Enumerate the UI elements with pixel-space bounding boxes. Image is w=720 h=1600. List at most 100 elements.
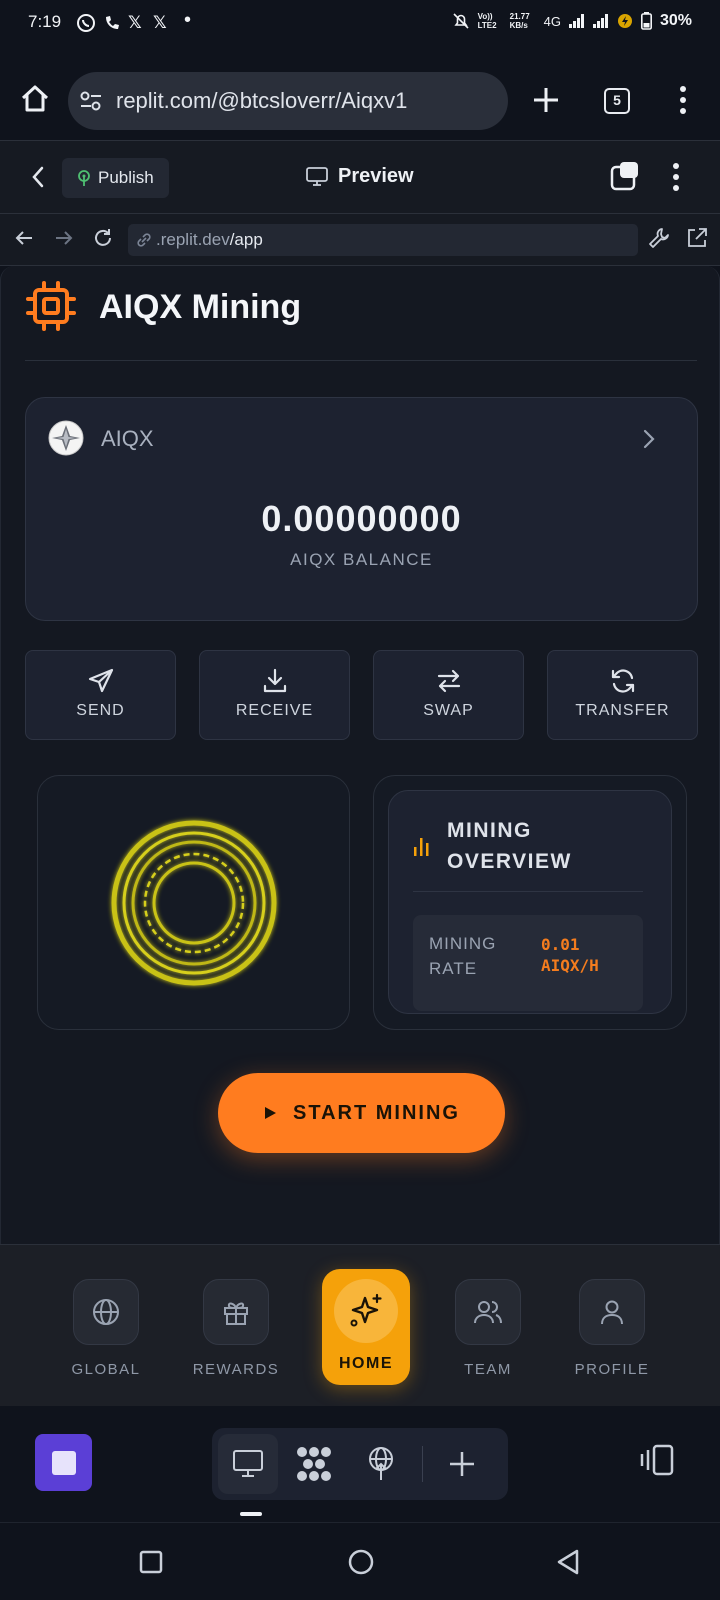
add-tool-icon[interactable] — [448, 1450, 476, 1478]
more-options-icon[interactable] — [673, 163, 679, 191]
signal-icon — [568, 14, 584, 28]
overview-title-line2: OVERVIEW — [447, 850, 572, 873]
link-icon — [137, 233, 151, 247]
battery-saver-icon — [617, 14, 632, 28]
publish-label: Publish — [98, 168, 154, 187]
overview-divider — [413, 891, 643, 892]
balance-card[interactable]: AIQX 0.00000000 AIQX BALANCE — [25, 397, 698, 621]
send-icon — [26, 667, 175, 695]
panels-icon[interactable] — [610, 161, 640, 191]
monitor-icon — [233, 1450, 263, 1477]
receive-button[interactable]: RECEIVE — [199, 650, 350, 740]
nav-profile-label: PROFILE — [574, 1361, 650, 1378]
site-settings-icon[interactable] — [80, 91, 102, 111]
recents-icon[interactable] — [139, 1550, 163, 1574]
deploy-globe-icon[interactable] — [366, 1446, 396, 1482]
nav-profile[interactable]: PROFILE — [552, 1279, 672, 1389]
monitor-icon — [306, 166, 328, 186]
publish-icon — [78, 170, 90, 186]
back-triangle-icon[interactable] — [556, 1549, 580, 1575]
coin-name: AIQX — [101, 426, 154, 451]
reload-icon[interactable] — [92, 227, 114, 249]
volte-label: Vo)) LTE2 — [477, 12, 497, 30]
users-icon — [455, 1279, 521, 1345]
nav-global[interactable]: GLOBAL — [46, 1279, 166, 1389]
aiqx-coin-icon — [48, 420, 84, 456]
apps-grid-icon[interactable] — [296, 1446, 332, 1482]
publish-button[interactable]: Publish — [62, 158, 169, 198]
new-tab-icon[interactable] — [532, 86, 560, 114]
overview-title: MINING OVERVIEW — [447, 815, 572, 877]
network-type: 4G — [543, 13, 561, 29]
mining-overview-panel: MINING OVERVIEW MINING RATE 0.01 AIQX/H — [388, 790, 672, 1014]
x-app-icon-2: 𝕏 — [153, 13, 167, 32]
app-title: AIQX Mining — [99, 288, 302, 326]
tab-switcher-button[interactable]: 5 — [604, 88, 630, 114]
dock-separator — [422, 1446, 423, 1482]
nav-home[interactable]: HOME — [322, 1269, 410, 1385]
dock-preview-tab[interactable] — [218, 1434, 278, 1494]
download-icon — [200, 667, 349, 695]
browser-menu-icon[interactable] — [680, 86, 686, 114]
battery-icon — [640, 12, 652, 30]
whatsapp-icon — [76, 13, 96, 33]
swap-arrows-icon — [374, 667, 523, 695]
header-divider — [25, 360, 697, 361]
nav-team-label: TEAM — [464, 1361, 512, 1378]
home-icon[interactable] — [20, 84, 50, 114]
preview-label: Preview — [338, 165, 414, 187]
balance-label: AIQX BALANCE — [290, 550, 433, 569]
stop-square-icon — [51, 1450, 76, 1475]
webview-back-icon[interactable] — [14, 228, 34, 248]
home-circle-icon[interactable] — [348, 1549, 374, 1575]
webview-url-field[interactable]: .replit.dev/app — [128, 224, 638, 256]
url-bar[interactable]: replit.com/@btcsloverr/Aiqxv1 — [68, 72, 508, 130]
chevron-right-icon[interactable] — [642, 428, 656, 450]
split-layout-icon[interactable] — [640, 1444, 676, 1476]
mining-rings-animation — [104, 813, 284, 993]
globe-icon — [73, 1279, 139, 1345]
network-speed: 21.77 KB/s — [509, 12, 530, 30]
start-mining-label: START MINING — [293, 1101, 460, 1124]
bar-chart-icon — [413, 835, 433, 857]
stop-button[interactable] — [35, 1434, 92, 1491]
status-time: 7:19 — [28, 12, 62, 31]
balance-value: 0.00000000 — [261, 498, 462, 539]
transfer-button[interactable]: TRANSFER — [547, 650, 698, 740]
nav-rewards-label: REWARDS — [192, 1361, 280, 1378]
cpu-chip-icon — [25, 280, 77, 332]
nav-team[interactable]: TEAM — [428, 1279, 548, 1389]
start-mining-button[interactable]: START MINING — [218, 1073, 505, 1153]
android-nav-bar — [0, 1522, 720, 1600]
url-path: /app — [229, 230, 263, 249]
mute-bell-icon — [453, 13, 469, 29]
dock-tool-group — [212, 1428, 508, 1500]
send-label: SEND — [76, 702, 125, 719]
send-button[interactable]: SEND — [25, 650, 176, 740]
status-bar: 7:19 𝕏 𝕏 • Vo)) LTE2 21.77 KB/s 4G 30% — [0, 0, 720, 46]
url-text: replit.com/@btcsloverr/Aiqxv1 — [116, 88, 408, 113]
webview-nav: .replit.dev/app — [0, 214, 720, 266]
url-domain: .replit.dev — [156, 230, 230, 249]
app-container: AIQX Mining AIQX 0.00000000 AIQX BALANCE… — [0, 266, 720, 1244]
browser-toolbar: replit.com/@btcsloverr/Aiqxv1 5 — [0, 46, 720, 140]
webview-forward-icon[interactable] — [54, 228, 74, 248]
overview-title-line1: MINING — [447, 819, 532, 842]
battery-level: 30% — [659, 12, 692, 29]
refresh-icon — [548, 667, 697, 695]
back-chevron-icon[interactable] — [30, 165, 46, 189]
mining-rate-box: MINING RATE 0.01 AIQX/H — [413, 915, 643, 1011]
play-icon — [265, 1107, 277, 1119]
gift-icon — [203, 1279, 269, 1345]
transfer-label: TRANSFER — [575, 702, 670, 719]
replit-dock — [0, 1406, 720, 1522]
preview-tab[interactable]: Preview — [306, 165, 414, 188]
nav-rewards[interactable]: REWARDS — [176, 1279, 296, 1389]
mining-rate-label: MINING RATE — [429, 934, 497, 978]
open-external-icon[interactable] — [686, 227, 708, 249]
swap-button[interactable]: SWAP — [373, 650, 524, 740]
mining-animation-card — [37, 775, 350, 1030]
dock-active-indicator — [240, 1512, 262, 1516]
x-app-icon: 𝕏 — [128, 13, 142, 32]
devtools-wrench-icon[interactable] — [648, 227, 670, 249]
